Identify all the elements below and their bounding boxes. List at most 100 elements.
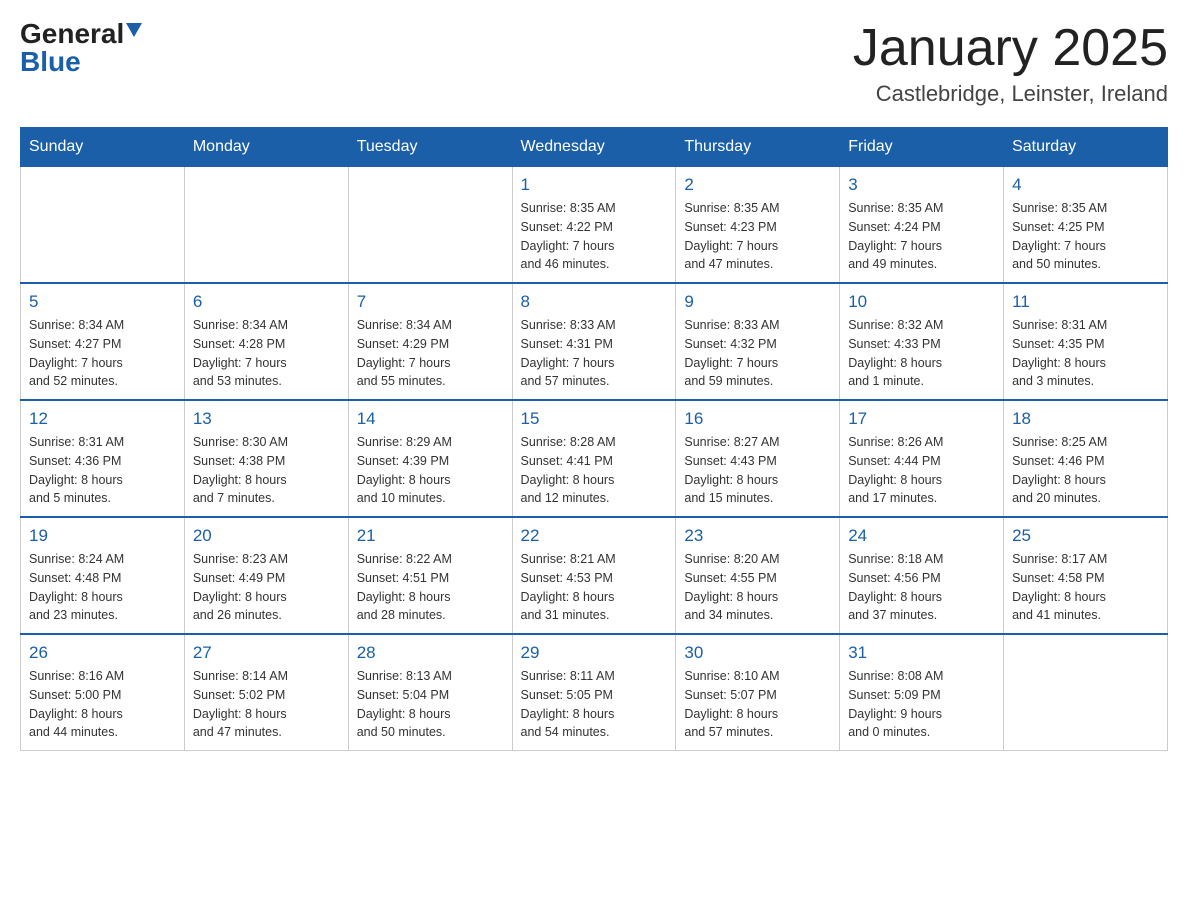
day-number: 16 bbox=[684, 409, 831, 429]
calendar-cell: 20Sunrise: 8:23 AM Sunset: 4:49 PM Dayli… bbox=[184, 517, 348, 634]
calendar-cell: 23 Sunrise: 8:20 AM Sunset: 4:55 PM Dayli… bbox=[676, 517, 840, 634]
day-number: 31 bbox=[848, 643, 995, 663]
column-header-monday: Monday bbox=[184, 128, 348, 167]
day-number: 25 bbox=[1012, 526, 1159, 546]
calendar-cell bbox=[348, 167, 512, 284]
week-row-3: 12 Sunrise: 8:31 AM Sunset: 4:36 PM Dayli… bbox=[21, 400, 1168, 517]
week-row-1: 1 Sunrise: 8:35 AM Sunset: 4:22 PM Daylig… bbox=[21, 167, 1168, 284]
day-info: Sunrise: 8:24 AM Sunset: 4:48 PM Dayligh… bbox=[29, 550, 176, 625]
calendar-cell: 18 Sunrise: 8:25 AM Sunset: 4:46 PM Dayli… bbox=[1004, 400, 1168, 517]
day-number: 2 bbox=[684, 175, 831, 195]
day-number: 18 bbox=[1012, 409, 1159, 429]
calendar-title: January 2025 bbox=[853, 20, 1168, 77]
calendar-cell: 7Sunrise: 8:34 AM Sunset: 4:29 PM Daylig… bbox=[348, 283, 512, 400]
calendar-cell: 31 Sunrise: 8:08 AM Sunset: 5:09 PM Dayli… bbox=[840, 634, 1004, 751]
day-info: Sunrise: 8:22 AM Sunset: 4:51 PM Dayligh… bbox=[357, 550, 504, 625]
day-info: Sunrise: 8:25 AM Sunset: 4:46 PM Dayligh… bbox=[1012, 433, 1159, 508]
calendar-cell: 4 Sunrise: 8:35 AM Sunset: 4:25 PM Daylig… bbox=[1004, 167, 1168, 284]
day-info: Sunrise: 8:31 AM Sunset: 4:36 PM Dayligh… bbox=[29, 433, 176, 508]
day-number: 21 bbox=[357, 526, 504, 546]
day-info: Sunrise: 8:18 AM Sunset: 4:56 PM Dayligh… bbox=[848, 550, 995, 625]
calendar-cell: 8 Sunrise: 8:33 AM Sunset: 4:31 PM Daylig… bbox=[512, 283, 676, 400]
calendar-cell: 3 Sunrise: 8:35 AM Sunset: 4:24 PM Daylig… bbox=[840, 167, 1004, 284]
day-number: 15 bbox=[521, 409, 668, 429]
calendar-cell: 15 Sunrise: 8:28 AM Sunset: 4:41 PM Dayli… bbox=[512, 400, 676, 517]
day-number: 30 bbox=[684, 643, 831, 663]
day-info: Sunrise: 8:33 AM Sunset: 4:31 PM Dayligh… bbox=[521, 316, 668, 391]
calendar-cell bbox=[1004, 634, 1168, 751]
day-number: 6 bbox=[193, 292, 340, 312]
week-row-2: 5Sunrise: 8:34 AM Sunset: 4:27 PM Daylig… bbox=[21, 283, 1168, 400]
day-number: 1 bbox=[521, 175, 668, 195]
header-row: SundayMondayTuesdayWednesdayThursdayFrid… bbox=[21, 128, 1168, 167]
day-info: Sunrise: 8:21 AM Sunset: 4:53 PM Dayligh… bbox=[521, 550, 668, 625]
day-info: Sunrise: 8:14 AM Sunset: 5:02 PM Dayligh… bbox=[193, 667, 340, 742]
calendar-cell: 16Sunrise: 8:27 AM Sunset: 4:43 PM Dayli… bbox=[676, 400, 840, 517]
day-info: Sunrise: 8:34 AM Sunset: 4:29 PM Dayligh… bbox=[357, 316, 504, 391]
day-number: 8 bbox=[521, 292, 668, 312]
day-number: 29 bbox=[521, 643, 668, 663]
calendar-cell: 17 Sunrise: 8:26 AM Sunset: 4:44 PM Dayli… bbox=[840, 400, 1004, 517]
calendar-cell: 13Sunrise: 8:30 AM Sunset: 4:38 PM Dayli… bbox=[184, 400, 348, 517]
day-info: Sunrise: 8:35 AM Sunset: 4:22 PM Dayligh… bbox=[521, 199, 668, 274]
day-number: 11 bbox=[1012, 292, 1159, 312]
calendar-cell: 12 Sunrise: 8:31 AM Sunset: 4:36 PM Dayli… bbox=[21, 400, 185, 517]
calendar-cell: 21 Sunrise: 8:22 AM Sunset: 4:51 PM Dayli… bbox=[348, 517, 512, 634]
calendar-cell: 1 Sunrise: 8:35 AM Sunset: 4:22 PM Daylig… bbox=[512, 167, 676, 284]
day-number: 23 bbox=[684, 526, 831, 546]
calendar-cell: 2 Sunrise: 8:35 AM Sunset: 4:23 PM Daylig… bbox=[676, 167, 840, 284]
calendar-cell: 24Sunrise: 8:18 AM Sunset: 4:56 PM Dayli… bbox=[840, 517, 1004, 634]
calendar-cell: 6 Sunrise: 8:34 AM Sunset: 4:28 PM Daylig… bbox=[184, 283, 348, 400]
day-info: Sunrise: 8:16 AM Sunset: 5:00 PM Dayligh… bbox=[29, 667, 176, 742]
calendar-cell: 30 Sunrise: 8:10 AM Sunset: 5:07 PM Dayli… bbox=[676, 634, 840, 751]
day-info: Sunrise: 8:10 AM Sunset: 5:07 PM Dayligh… bbox=[684, 667, 831, 742]
day-number: 3 bbox=[848, 175, 995, 195]
day-number: 4 bbox=[1012, 175, 1159, 195]
day-info: Sunrise: 8:29 AM Sunset: 4:39 PM Dayligh… bbox=[357, 433, 504, 508]
day-info: Sunrise: 8:35 AM Sunset: 4:24 PM Dayligh… bbox=[848, 199, 995, 274]
day-number: 17 bbox=[848, 409, 995, 429]
day-info: Sunrise: 8:35 AM Sunset: 4:23 PM Dayligh… bbox=[684, 199, 831, 274]
column-header-saturday: Saturday bbox=[1004, 128, 1168, 167]
day-info: Sunrise: 8:32 AM Sunset: 4:33 PM Dayligh… bbox=[848, 316, 995, 391]
calendar-cell bbox=[21, 167, 185, 284]
calendar-cell: 27 Sunrise: 8:14 AM Sunset: 5:02 PM Dayli… bbox=[184, 634, 348, 751]
day-info: Sunrise: 8:34 AM Sunset: 4:28 PM Dayligh… bbox=[193, 316, 340, 391]
logo: General Blue bbox=[20, 20, 142, 78]
day-info: Sunrise: 8:26 AM Sunset: 4:44 PM Dayligh… bbox=[848, 433, 995, 508]
page-header: General Blue January 2025 Castlebridge, … bbox=[20, 20, 1168, 107]
day-number: 13 bbox=[193, 409, 340, 429]
day-info: Sunrise: 8:35 AM Sunset: 4:25 PM Dayligh… bbox=[1012, 199, 1159, 274]
week-row-4: 19Sunrise: 8:24 AM Sunset: 4:48 PM Dayli… bbox=[21, 517, 1168, 634]
day-info: Sunrise: 8:28 AM Sunset: 4:41 PM Dayligh… bbox=[521, 433, 668, 508]
day-info: Sunrise: 8:33 AM Sunset: 4:32 PM Dayligh… bbox=[684, 316, 831, 391]
title-block: January 2025 Castlebridge, Leinster, Ire… bbox=[853, 20, 1168, 107]
calendar-subtitle: Castlebridge, Leinster, Ireland bbox=[853, 81, 1168, 107]
day-number: 9 bbox=[684, 292, 831, 312]
day-number: 28 bbox=[357, 643, 504, 663]
day-number: 27 bbox=[193, 643, 340, 663]
column-header-friday: Friday bbox=[840, 128, 1004, 167]
day-info: Sunrise: 8:23 AM Sunset: 4:49 PM Dayligh… bbox=[193, 550, 340, 625]
column-header-sunday: Sunday bbox=[21, 128, 185, 167]
column-header-thursday: Thursday bbox=[676, 128, 840, 167]
calendar-cell: 28Sunrise: 8:13 AM Sunset: 5:04 PM Dayli… bbox=[348, 634, 512, 751]
day-info: Sunrise: 8:20 AM Sunset: 4:55 PM Dayligh… bbox=[684, 550, 831, 625]
day-number: 22 bbox=[521, 526, 668, 546]
calendar-cell: 26Sunrise: 8:16 AM Sunset: 5:00 PM Dayli… bbox=[21, 634, 185, 751]
calendar-cell: 25Sunrise: 8:17 AM Sunset: 4:58 PM Dayli… bbox=[1004, 517, 1168, 634]
calendar-cell: 10 Sunrise: 8:32 AM Sunset: 4:33 PM Dayli… bbox=[840, 283, 1004, 400]
day-info: Sunrise: 8:34 AM Sunset: 4:27 PM Dayligh… bbox=[29, 316, 176, 391]
day-info: Sunrise: 8:11 AM Sunset: 5:05 PM Dayligh… bbox=[521, 667, 668, 742]
day-number: 12 bbox=[29, 409, 176, 429]
calendar-cell: 11 Sunrise: 8:31 AM Sunset: 4:35 PM Dayli… bbox=[1004, 283, 1168, 400]
logo-general: General bbox=[20, 20, 124, 48]
day-number: 10 bbox=[848, 292, 995, 312]
calendar-cell: 14 Sunrise: 8:29 AM Sunset: 4:39 PM Dayli… bbox=[348, 400, 512, 517]
day-info: Sunrise: 8:31 AM Sunset: 4:35 PM Dayligh… bbox=[1012, 316, 1159, 391]
calendar-cell: 29 Sunrise: 8:11 AM Sunset: 5:05 PM Dayli… bbox=[512, 634, 676, 751]
day-info: Sunrise: 8:08 AM Sunset: 5:09 PM Dayligh… bbox=[848, 667, 995, 742]
calendar-cell: 22 Sunrise: 8:21 AM Sunset: 4:53 PM Dayli… bbox=[512, 517, 676, 634]
week-row-5: 26Sunrise: 8:16 AM Sunset: 5:00 PM Dayli… bbox=[21, 634, 1168, 751]
day-number: 14 bbox=[357, 409, 504, 429]
